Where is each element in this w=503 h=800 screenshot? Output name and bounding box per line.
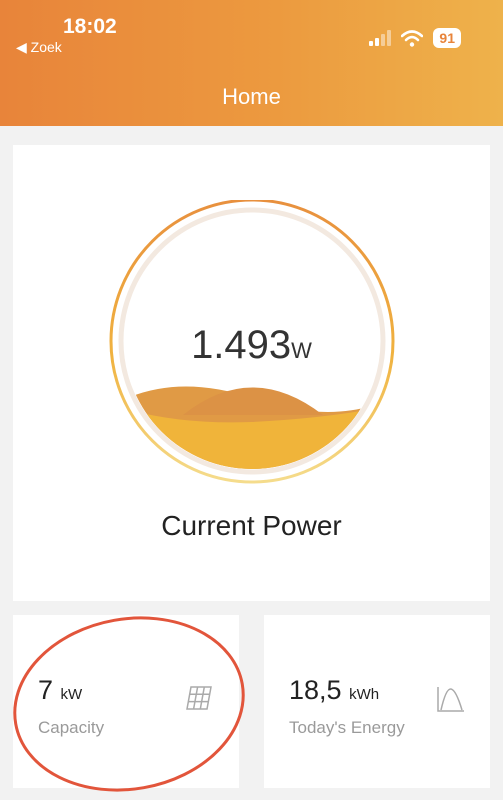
capacity-label: Capacity [38, 718, 105, 737]
status-indicators: 91 [369, 28, 461, 48]
energy-label: Today's Energy [289, 718, 405, 737]
todays-energy-card[interactable]: 18,5 kWh Today's Energy [264, 615, 490, 788]
current-power-label: Current Power [161, 510, 342, 541]
energy-value: 18,5 kWh [289, 675, 379, 706]
current-power-value: 1.493W [13, 323, 490, 368]
signal-icon [369, 30, 392, 46]
capacity-card[interactable]: 7 kW Capacity [13, 615, 239, 788]
curve-chart-icon [437, 687, 464, 712]
battery-indicator: 91 [433, 28, 461, 48]
capacity-number: 7 [38, 675, 54, 705]
energy-unit: kWh [349, 686, 380, 703]
back-to-search-link[interactable]: ◀ Zoek [16, 39, 62, 56]
current-power-unit: W [291, 338, 312, 363]
capacity-value: 7 kW [38, 675, 82, 706]
status-time: 18:02 [63, 15, 117, 38]
page-title: Home [222, 84, 281, 109]
app-header: 18:02 ◀ Zoek 91 Home [0, 0, 503, 126]
solar-panel-icon [186, 686, 212, 710]
capacity-unit: kW [60, 686, 83, 703]
energy-number: 18,5 [289, 675, 342, 705]
wifi-icon [401, 29, 424, 47]
current-power-number: 1.493 [191, 323, 292, 367]
current-power-card[interactable]: 1.493W Current Power [13, 145, 490, 601]
